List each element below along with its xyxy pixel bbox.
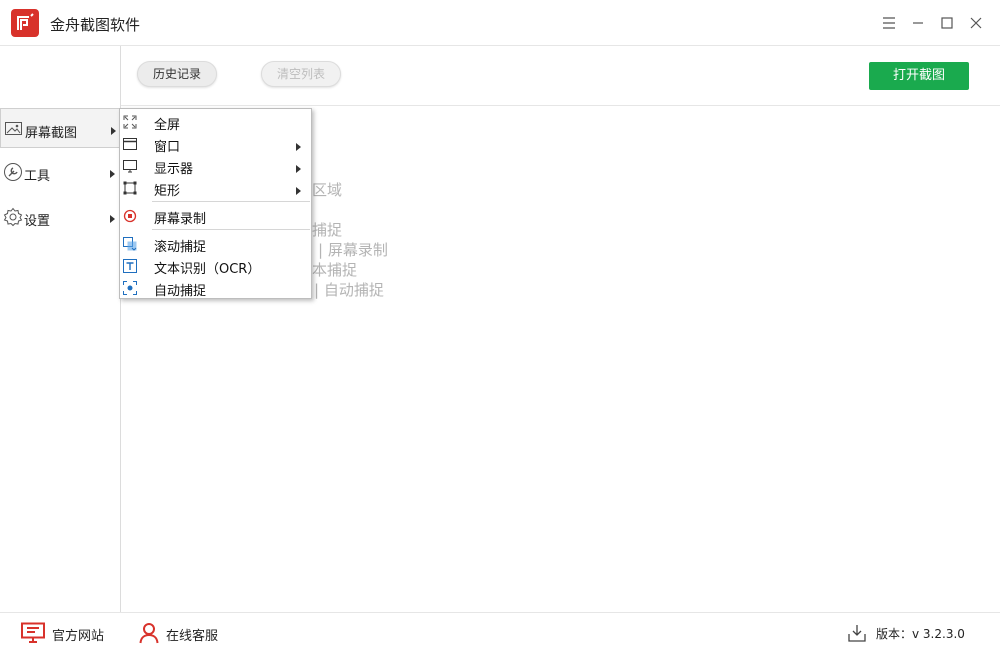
menu-item-label: 滚动捕捉	[154, 240, 207, 255]
chevron-right-icon	[296, 140, 301, 151]
menu-item-rectangle[interactable]: 矩形	[120, 177, 311, 199]
window-icon	[123, 137, 137, 151]
monitor-icon	[21, 622, 45, 648]
menu-item-window[interactable]: 窗口	[120, 133, 311, 155]
sidebar-item-settings[interactable]: 设置	[0, 197, 120, 237]
app-logo-icon	[11, 9, 39, 37]
online-support-label: 在线客服	[166, 629, 219, 644]
gear-icon	[3, 207, 23, 227]
version-label: 版本：v 3.2.3.0	[876, 627, 965, 641]
chevron-right-icon	[110, 212, 116, 223]
menu-item-label: 屏幕录制	[154, 212, 207, 227]
chevron-right-icon	[296, 184, 301, 195]
sidebar-item-tools[interactable]: 工具	[0, 152, 120, 192]
toolbar: 历史记录 清空列表 打开截图	[121, 46, 1000, 106]
record-icon	[123, 209, 137, 223]
fullscreen-icon	[123, 115, 137, 129]
title-bar: 金舟截图软件	[0, 0, 1000, 46]
menu-item-screen-record[interactable]: 屏幕录制	[120, 205, 311, 227]
menu-item-ocr[interactable]: 文本识别（OCR）	[120, 255, 311, 277]
app-title: 金舟截图软件	[50, 16, 141, 34]
history-button[interactable]: 历史记录	[137, 61, 217, 87]
capture-menu: 全屏 窗口 显示器 矩形 屏幕录制 滚动捕捉 文本识别（OCR） 自动捕捉	[119, 108, 312, 299]
close-icon[interactable]	[966, 13, 986, 33]
official-website-link[interactable]: 官方网站	[21, 622, 121, 644]
sidebar-item-label: 工具	[24, 169, 51, 184]
sidebar-item-label: 屏幕截图	[25, 126, 78, 141]
hint-text: 捕捉	[312, 221, 343, 239]
sidebar: 屏幕截图 工具 设置	[0, 46, 121, 612]
sidebar-item-label: 设置	[24, 214, 51, 229]
hint-text: | 自动捕捉	[314, 281, 384, 299]
menu-item-scroll-capture[interactable]: 滚动捕捉	[120, 233, 311, 255]
ocr-icon	[123, 259, 137, 273]
monitor-icon	[123, 159, 137, 173]
user-icon	[139, 622, 159, 648]
chevron-right-icon	[110, 167, 116, 178]
download-icon	[848, 624, 866, 646]
menu-item-monitor[interactable]: 显示器	[120, 155, 311, 177]
maximize-icon[interactable]	[937, 13, 957, 33]
sidebar-item-screen-capture[interactable]: 屏幕截图	[0, 108, 120, 148]
hint-text: | 屏幕录制	[318, 241, 388, 259]
menu-separator	[152, 201, 310, 202]
version-info[interactable]: 版本：v 3.2.3.0	[848, 622, 988, 644]
footer: 官方网站 在线客服 版本：v 3.2.3.0	[0, 612, 1000, 650]
menu-separator	[152, 229, 310, 230]
menu-item-label: 自动捕捉	[154, 284, 207, 299]
hint-text: 本捕捉	[312, 261, 358, 279]
clear-list-button[interactable]: 清空列表	[261, 61, 341, 87]
menu-item-label: 矩形	[154, 184, 181, 199]
online-support-link[interactable]: 在线客服	[139, 622, 239, 644]
menu-item-auto-capture[interactable]: 自动捕捉	[120, 277, 311, 299]
chevron-right-icon	[111, 124, 117, 135]
menu-item-fullscreen[interactable]: 全屏	[120, 111, 311, 133]
auto-capture-icon	[123, 281, 137, 295]
menu-item-label: 窗口	[154, 140, 181, 155]
minimize-icon[interactable]	[908, 13, 928, 33]
wrench-icon	[3, 162, 23, 182]
open-capture-button[interactable]: 打开截图	[869, 62, 969, 90]
scroll-capture-icon	[123, 237, 137, 251]
menu-item-label: 文本识别（OCR）	[154, 262, 261, 277]
menu-item-label: 显示器	[154, 162, 194, 177]
rectangle-select-icon	[123, 181, 137, 195]
menu-icon[interactable]	[879, 13, 899, 33]
chevron-right-icon	[296, 162, 301, 173]
hint-text: 区域	[312, 181, 343, 199]
official-website-label: 官方网站	[52, 629, 105, 644]
image-icon	[4, 119, 24, 139]
menu-item-label: 全屏	[154, 118, 181, 133]
